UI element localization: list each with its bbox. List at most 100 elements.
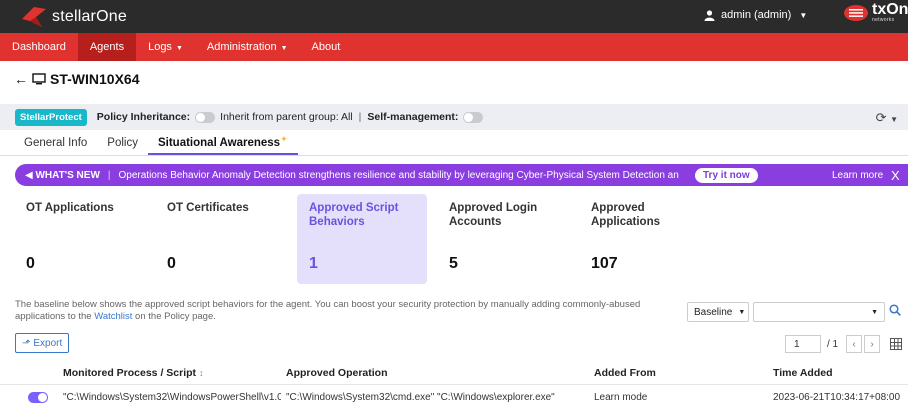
close-icon[interactable]: X: [891, 168, 900, 183]
sort-icon[interactable]: ↕: [199, 368, 204, 378]
self-management-label: Self-management:: [367, 111, 459, 123]
table-row: "C:\Windows\System32\WindowsPowerShell\v…: [0, 384, 908, 409]
tab-policy[interactable]: Policy: [97, 133, 148, 155]
nav-about[interactable]: About: [300, 33, 353, 61]
policy-inheritance-label: Policy Inheritance:: [96, 111, 191, 123]
user-menu[interactable]: admin (admin) ▼: [704, 9, 807, 21]
nav-logs-label: Logs: [148, 41, 172, 53]
tab-bar: General Info Policy Situational Awarenes…: [14, 133, 298, 155]
chevron-down-icon: ▼: [280, 45, 288, 52]
cell-operation: "C:\Windows\System32\cmd.exe" "C:\Window…: [286, 392, 555, 403]
card-value: 0: [167, 255, 176, 272]
tab-policy-label: Policy: [107, 137, 138, 149]
back-arrow-icon[interactable]: ←: [14, 71, 28, 87]
column-header-added-from[interactable]: Added From: [594, 367, 656, 379]
nav-logs[interactable]: Logs ▼: [136, 33, 195, 61]
txone-mark-icon: [844, 5, 868, 21]
try-it-now-button[interactable]: Try it now: [695, 167, 758, 183]
learn-more-link[interactable]: Learn more: [832, 170, 883, 181]
nav-agents[interactable]: Agents: [77, 33, 137, 61]
nav-dashboard[interactable]: Dashboard: [0, 33, 78, 61]
card-title: Approved Applications: [591, 202, 661, 228]
chevron-down-icon: ▼: [175, 45, 183, 52]
user-icon: [704, 9, 715, 21]
cell-process: "C:\Windows\System32\WindowsPowerShell\v…: [63, 392, 281, 403]
policy-bar: StellarProtect Policy Inheritance: Inher…: [0, 104, 908, 130]
watchlist-link[interactable]: Watchlist: [94, 311, 132, 322]
description-after: on the Policy page.: [132, 311, 216, 322]
main-nav: Dashboard Agents Logs ▼ Administration ▼ A…: [0, 33, 908, 61]
card-title: Approved Script Behaviors: [309, 202, 399, 228]
tab-situational-awareness-label: Situational Awareness: [157, 137, 281, 149]
filter-select[interactable]: ▼: [753, 302, 885, 322]
tab-divider: [0, 155, 908, 156]
card-approved-script-behaviors[interactable]: Approved Script Behaviors 1: [297, 194, 427, 284]
nav-administration-label: Administration: [206, 41, 277, 53]
user-name: admin (admin): [721, 9, 792, 21]
divider: |: [358, 111, 362, 123]
description-text: The baseline below shows the approved sc…: [15, 299, 687, 323]
page-total: / 1: [827, 335, 838, 353]
page-total-label: / 1: [827, 338, 839, 350]
cell-time-added: 2023-06-21T10:34:17+08:00: [773, 392, 901, 403]
card-ot-applications[interactable]: OT Applications 0: [14, 194, 144, 284]
card-title: Approved Login Accounts: [449, 202, 538, 228]
policy-inheritance-toggle[interactable]: [195, 111, 216, 123]
card-value: 0: [26, 255, 35, 272]
pagination-buttons: ‹ ›: [846, 335, 880, 353]
computer-icon: [32, 73, 46, 85]
search-icon[interactable]: [889, 304, 901, 319]
self-management-toggle[interactable]: [463, 111, 484, 123]
megaphone-icon: ◀: [25, 169, 33, 181]
sparkle-icon: ✦: [280, 134, 288, 144]
column-header-operation[interactable]: Approved Operation: [286, 367, 388, 379]
txone-logo-text: txOne: [872, 1, 908, 18]
nav-dashboard-label: Dashboard: [12, 41, 66, 53]
tab-situational-awareness[interactable]: Situational Awareness✦: [147, 133, 298, 155]
product-badge: StellarProtect: [15, 108, 87, 126]
nav-about-label: About: [311, 41, 341, 53]
nav-administration[interactable]: Administration ▼: [195, 33, 300, 61]
export-label: Export: [33, 337, 63, 349]
card-value: 5: [449, 255, 458, 272]
whats-new-tag: ◀ WHAT'S NEW: [25, 170, 100, 181]
chevron-down-icon: ▼: [738, 308, 746, 316]
column-settings-icon[interactable]: [890, 335, 902, 353]
column-header-process-label: Monitored Process / Script: [63, 367, 197, 379]
app-name: stellarOne: [52, 7, 127, 25]
nav-agents-label: Agents: [89, 41, 125, 53]
policy-inheritance-text: Inherit from parent group: All: [220, 111, 353, 123]
page-number-input[interactable]: 1: [785, 335, 821, 353]
row-enabled-toggle[interactable]: [28, 392, 48, 403]
card-approved-login-accounts[interactable]: Approved Login Accounts 5: [437, 194, 567, 284]
page-number-value: 1: [794, 338, 800, 350]
export-button[interactable]: ⬏ Export: [15, 333, 70, 353]
whats-new-message: Operations Behavior Anomaly Detection st…: [118, 169, 679, 181]
prev-page-icon[interactable]: ‹: [846, 335, 862, 353]
card-value: 107: [591, 255, 618, 272]
column-header-process[interactable]: Monitored Process / Script ↕: [63, 367, 203, 379]
card-approved-applications[interactable]: Approved Applications 107: [579, 194, 709, 284]
whats-new-tag-label: WHAT'S NEW: [35, 169, 100, 181]
tab-general-info-label: General Info: [24, 137, 88, 149]
card-value: 1: [309, 255, 318, 272]
tab-general-info[interactable]: General Info: [14, 133, 97, 155]
column-header-time-added[interactable]: Time Added: [773, 367, 833, 379]
card-title: OT Certificates: [167, 202, 249, 214]
star-logo-icon: [22, 6, 46, 27]
whats-new-banner: ◀ WHAT'S NEW | Operations Behavior Anoma…: [15, 164, 908, 186]
page-header: ← ST-WIN10X64: [14, 71, 139, 87]
divider: |: [107, 169, 111, 181]
chevron-down-icon: ▼: [799, 10, 808, 20]
txone-logo: txOne networks: [843, 1, 908, 23]
chevron-down-icon: ▼: [871, 308, 878, 316]
page-title: ST-WIN10X64: [50, 71, 140, 87]
next-page-icon[interactable]: ›: [864, 335, 880, 353]
baseline-select[interactable]: Baseline ▼: [687, 302, 749, 322]
export-icon: ⬏: [22, 337, 31, 349]
card-ot-certificates[interactable]: OT Certificates 0: [155, 194, 285, 284]
refresh-icon[interactable]: ⟳ ▼: [876, 110, 898, 126]
card-title: OT Applications: [26, 202, 114, 214]
table-header: Monitored Process / Script ↕ Approved Op…: [0, 364, 908, 384]
stellarone-logo[interactable]: stellarOne: [20, 6, 127, 27]
